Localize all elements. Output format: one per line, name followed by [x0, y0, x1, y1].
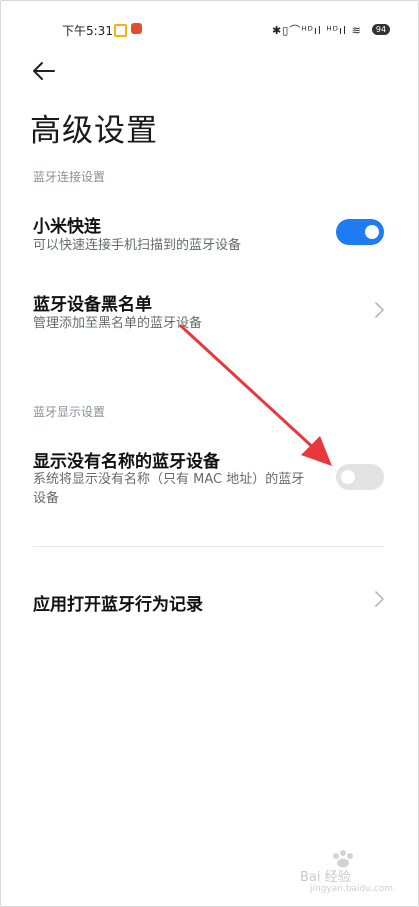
- back-button[interactable]: [30, 58, 60, 84]
- section-label-connection: 蓝牙连接设置: [33, 170, 106, 184]
- app-bluetooth-records-title: 应用打开蓝牙行为记录: [33, 595, 203, 615]
- divider: [33, 546, 384, 547]
- xiaomi-quick-connect-subtitle: 可以快速连接手机扫描到的蓝牙设备: [33, 238, 242, 253]
- watermark-text: Bai 经验: [300, 870, 351, 885]
- show-unnamed-devices-toggle[interactable]: [336, 464, 384, 490]
- status-time: 下午5:31: [62, 24, 113, 38]
- toggle-knob: [341, 470, 355, 484]
- show-unnamed-devices-title: 显示没有名称的蓝牙设备: [33, 452, 220, 472]
- page-title: 高级设置: [30, 113, 158, 149]
- show-unnamed-devices-subtitle-line2: 设备: [33, 491, 60, 506]
- show-unnamed-devices-subtitle-line1: 系统将显示没有名称（只有 MAC 地址）的蓝牙: [33, 472, 305, 487]
- app-notification-icon: [131, 23, 142, 34]
- status-icons: ✱▯⌒ᴴᴰıl ᴴᴰıl ≋: [272, 24, 362, 37]
- xiaomi-quick-connect-title: 小米快连: [33, 217, 101, 237]
- section-label-display: 蓝牙显示设置: [33, 405, 106, 419]
- chevron-right-icon: [375, 302, 384, 318]
- xiaomi-quick-connect-toggle[interactable]: [336, 219, 384, 245]
- battery-icon: 94: [372, 24, 390, 35]
- status-bar: 下午5:31 ✱▯⌒ᴴᴰıl ᴴᴰıl ≋ 94: [0, 20, 419, 42]
- watermark-url: jingyan.baidu.com: [310, 884, 394, 894]
- toggle-knob: [365, 225, 379, 239]
- chevron-right-icon: [375, 591, 384, 607]
- back-arrow-icon: [33, 62, 55, 80]
- bluetooth-blacklist-title: 蓝牙设备黑名单: [33, 295, 152, 315]
- notification-icon: [114, 24, 127, 37]
- bluetooth-blacklist-subtitle: 管理添加至黑名单的蓝牙设备: [33, 316, 203, 331]
